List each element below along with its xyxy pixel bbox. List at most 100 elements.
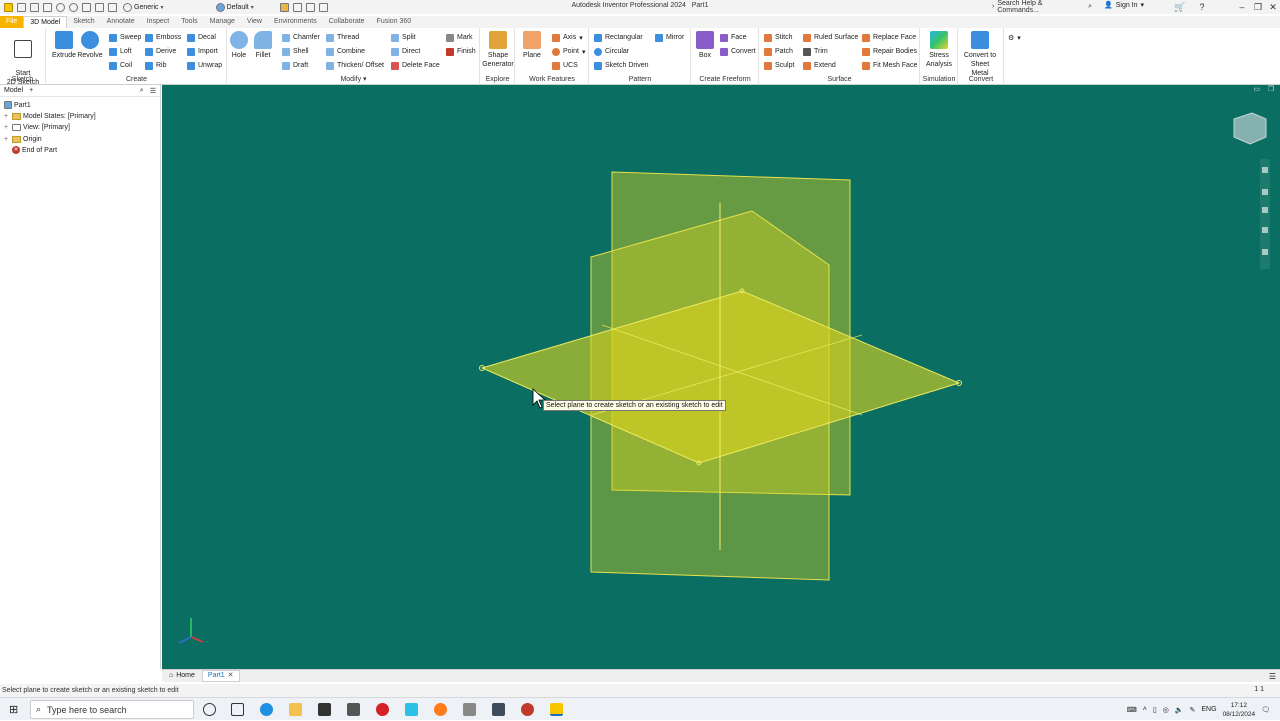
restore-button[interactable]: ❐ [1250, 0, 1266, 14]
convert-button[interactable]: Convert [720, 46, 756, 57]
update-icon[interactable] [95, 2, 104, 12]
tab-view[interactable]: View [241, 16, 268, 28]
mirror-button[interactable]: Mirror [655, 32, 684, 43]
volume-icon[interactable]: 🔈 [1175, 706, 1184, 714]
mark-button[interactable]: Mark [446, 32, 473, 43]
menu-icon[interactable]: ☰ [150, 87, 160, 95]
emboss-button[interactable]: Emboss [145, 32, 181, 43]
firefox-icon[interactable] [434, 703, 447, 716]
tab-fusion-360[interactable]: Fusion 360 [371, 16, 418, 28]
cart-icon[interactable]: 🛒 [1172, 0, 1188, 14]
tree-item-model-states[interactable]: + Model States: [Primary] [4, 111, 96, 121]
tab-manage[interactable]: Manage [204, 16, 241, 28]
part-tab[interactable]: Part1 ✕ [201, 670, 240, 682]
extend-button[interactable]: Extend [803, 60, 836, 71]
loft-button[interactable]: Loft [109, 46, 132, 57]
replace-face-button[interactable]: Replace Face [862, 32, 916, 43]
pan-icon[interactable] [1262, 189, 1268, 195]
new-file-icon[interactable] [17, 2, 26, 12]
expand-icon[interactable]: + [4, 113, 10, 120]
sign-in-button[interactable]: 👤 Sign In ▾ [1104, 1, 1144, 10]
combine-button[interactable]: Combine [326, 46, 365, 57]
tab-sketch[interactable]: Sketch [67, 16, 100, 28]
select-icon[interactable] [108, 2, 117, 12]
language-indicator[interactable]: ENG [1201, 706, 1216, 713]
origin-planes[interactable] [162, 85, 1280, 669]
stress-analysis-button[interactable]: Stress Analysis [922, 31, 956, 69]
circular-pattern-button[interactable]: Circular [594, 46, 629, 57]
direct-button[interactable]: Direct [391, 46, 420, 57]
finish-button[interactable]: Finish [446, 46, 476, 57]
ruled-surface-button[interactable]: Ruled Surface [803, 32, 858, 43]
adjust-icon[interactable] [292, 2, 302, 12]
undo-icon[interactable] [56, 2, 65, 12]
tab-environments[interactable]: Environments [268, 16, 323, 28]
sweep-button[interactable]: Sweep [109, 32, 141, 43]
fit-mesh-face-button[interactable]: Fit Mesh Face [862, 60, 917, 71]
box-button[interactable]: Box [688, 31, 722, 60]
search-help-input[interactable]: › Search Help & Commands... ⌕ [992, 0, 1092, 14]
sculpt-button[interactable]: Sculpt [764, 60, 794, 71]
expand-icon[interactable]: + [4, 136, 10, 143]
stitch-button[interactable]: Stitch [764, 32, 793, 43]
repair-bodies-button[interactable]: Repair Bodies [862, 46, 917, 57]
ribbon-options-button[interactable]: ⚙ ▾ [1008, 32, 1021, 43]
thicken-offset-button[interactable]: Thicken/ Offset [326, 60, 384, 71]
edge-icon[interactable] [260, 703, 273, 716]
viewport-maximize-icon[interactable]: ❐ [1268, 85, 1274, 93]
task-view-icon[interactable] [231, 703, 244, 716]
app-icon[interactable] [463, 703, 476, 716]
shape-generator-button[interactable]: Shape Generator [481, 31, 515, 69]
derive-button[interactable]: Derive [145, 46, 176, 57]
tab-collaborate[interactable]: Collaborate [323, 16, 371, 28]
draft-button[interactable]: Draft [282, 60, 308, 71]
patch-button[interactable]: Patch [764, 46, 793, 57]
revolve-button[interactable]: Revolve [73, 31, 107, 60]
pen-icon[interactable]: ✎ [1190, 706, 1196, 714]
home-tab[interactable]: ⌂ Home [164, 670, 200, 682]
sketch-driven-pattern-button[interactable]: Sketch Driven [594, 60, 649, 71]
keyboard-icon[interactable]: ⌨ [1127, 706, 1137, 714]
chevron-up-icon[interactable]: ˄ [1143, 706, 1147, 713]
thread-button[interactable]: Thread [326, 32, 359, 43]
chamfer-button[interactable]: Chamfer [282, 32, 320, 43]
opera-icon[interactable] [376, 703, 389, 716]
taskbar-search-input[interactable]: ⌕ Type here to search [30, 700, 194, 719]
save-icon[interactable] [43, 2, 52, 12]
view-icon[interactable] [1262, 249, 1268, 255]
file-explorer-icon[interactable] [289, 703, 302, 716]
network-icon[interactable]: ◎ [1163, 706, 1169, 714]
expand-icon[interactable]: + [4, 124, 10, 131]
decal-button[interactable]: Decal [187, 32, 216, 43]
material-combo[interactable]: Default ▾ [214, 2, 256, 12]
home-icon[interactable] [82, 2, 91, 12]
split-button[interactable]: Split [391, 32, 416, 43]
ucs-button[interactable]: UCS [552, 60, 578, 71]
tree-item-end-of-part[interactable]: ✕ End of Part [4, 145, 57, 155]
open-file-icon[interactable] [30, 2, 39, 12]
tab-tools[interactable]: Tools [175, 16, 203, 28]
fx-icon[interactable] [305, 2, 315, 12]
close-icon[interactable]: ✕ [228, 670, 234, 682]
import-button[interactable]: Import [187, 46, 218, 57]
face-button[interactable]: Face [720, 32, 747, 43]
zoom-icon[interactable] [1262, 207, 1268, 213]
rectangular-pattern-button[interactable]: Rectangular [594, 32, 643, 43]
tab-annotate[interactable]: Annotate [101, 16, 141, 28]
app-icon[interactable] [521, 703, 534, 716]
plane-button[interactable]: Plane [515, 31, 549, 60]
shell-button[interactable]: Shell [282, 46, 309, 57]
clock[interactable]: 17:12 08/12/2024 [1223, 701, 1256, 719]
help-icon[interactable]: ? [1194, 0, 1210, 14]
tab-inspect[interactable]: Inspect [141, 16, 176, 28]
fillet-button[interactable]: Fillet [246, 31, 280, 60]
redo-icon[interactable] [69, 2, 78, 12]
delete-face-button[interactable]: Delete Face [391, 60, 440, 71]
point-button[interactable]: Point ▾ [552, 46, 585, 57]
browser-tab-model[interactable]: Model [4, 87, 23, 94]
measure-icon[interactable] [318, 2, 328, 12]
store-icon[interactable] [318, 703, 331, 716]
convert-sheet-metal-button[interactable]: Convert to Sheet Metal [963, 31, 997, 78]
tab-3d-model[interactable]: 3D Model [23, 16, 68, 28]
search-icon[interactable]: ⌕ [140, 87, 144, 95]
